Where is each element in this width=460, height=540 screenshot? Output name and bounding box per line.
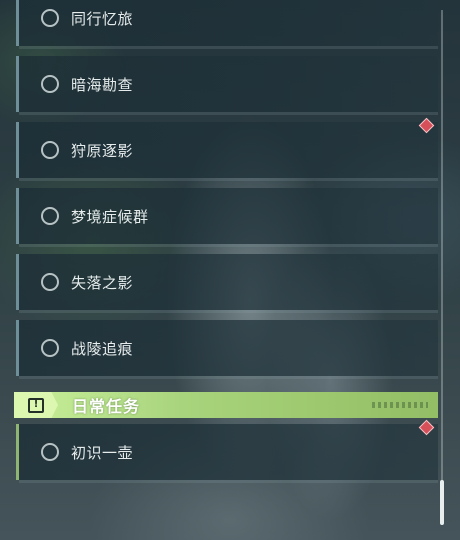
quest-item[interactable]: 战陵追痕 — [16, 320, 438, 379]
quest-label: 梦境症候群 — [71, 207, 149, 226]
quest-item[interactable]: 初识一壶 — [16, 424, 438, 483]
quest-label: 失落之影 — [71, 273, 134, 292]
section-decoration — [372, 402, 428, 408]
quest-label: 同行忆旅 — [71, 9, 134, 28]
section-icon-box: ! — [14, 392, 58, 418]
quest-label: 暗海勘查 — [71, 75, 134, 94]
quest-item[interactable]: 失落之影 — [16, 254, 438, 313]
section-title: 日常任务 — [72, 397, 141, 416]
quest-item[interactable]: 暗海勘查 — [16, 56, 438, 115]
scrollbar-thumb[interactable] — [440, 480, 444, 525]
task-alert-icon: ! — [28, 397, 44, 413]
quest-radio-icon — [41, 273, 59, 291]
quest-radio-icon — [41, 207, 59, 225]
quest-radio-icon — [41, 75, 59, 93]
quest-label: 狩原逐影 — [71, 141, 134, 160]
quest-item[interactable]: 狩原逐影 — [16, 122, 438, 181]
quest-list: 同行忆旅 暗海勘查 狩原逐影 梦境症候群 失落之影 战陵追痕 ! 日常任务 初识… — [0, 0, 460, 540]
quest-radio-icon — [41, 9, 59, 27]
quest-item[interactable]: 同行忆旅 — [16, 0, 438, 49]
quest-label: 战陵追痕 — [71, 339, 134, 358]
quest-radio-icon — [41, 443, 59, 461]
scrollbar-track[interactable] — [441, 10, 443, 525]
quest-radio-icon — [41, 141, 59, 159]
quest-label: 初识一壶 — [71, 443, 134, 462]
quest-item[interactable]: 梦境症候群 — [16, 188, 438, 247]
quest-radio-icon — [41, 339, 59, 357]
daily-section-header: ! 日常任务 — [14, 392, 438, 418]
